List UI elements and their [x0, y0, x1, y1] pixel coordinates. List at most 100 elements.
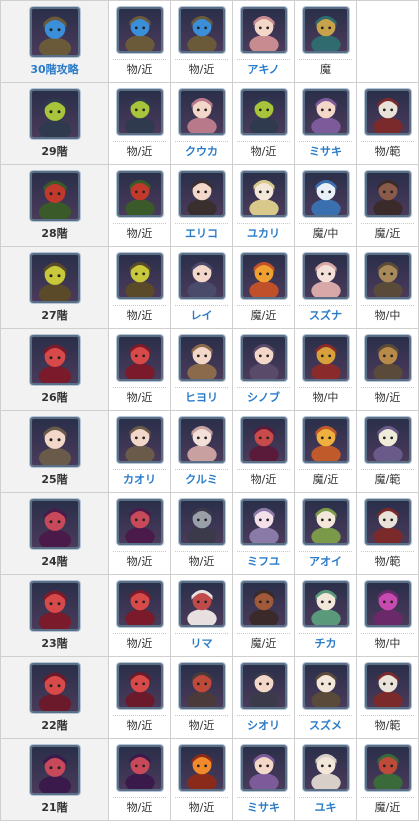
- unit-cell: 物/近: [108, 492, 171, 575]
- unit-type-label: 物/範: [361, 141, 414, 160]
- tree-monster-icon: [116, 253, 163, 299]
- girl-brown-hair-icon[interactable]: [116, 417, 163, 463]
- character-link[interactable]: アオイ: [299, 551, 352, 570]
- unit-cell: 物/範: [356, 656, 419, 739]
- character-link[interactable]: シノブ: [237, 387, 290, 406]
- crate-golem-icon: [364, 335, 411, 381]
- floor-cell: 30階攻略: [0, 0, 109, 83]
- unit-type-label: 物/近: [113, 551, 166, 570]
- red-dragon-icon: [116, 581, 163, 627]
- character-link[interactable]: ユカリ: [237, 223, 290, 242]
- character-link[interactable]: カオリ: [113, 469, 166, 488]
- unit-cell: 物/近: [108, 738, 171, 821]
- girl-brown-hair-icon[interactable]: [178, 335, 225, 381]
- unit-cell: 物/近: [108, 328, 171, 411]
- unit-cell: シノブ: [232, 328, 295, 411]
- unit-cell: 物/近: [170, 656, 233, 739]
- unit-type-label: 物/近: [113, 305, 166, 324]
- floor-label: 27階: [41, 309, 68, 322]
- girl-pink-hair-icon[interactable]: [240, 7, 287, 53]
- character-link[interactable]: シオリ: [237, 715, 290, 734]
- girl-purple-hair-icon[interactable]: [240, 335, 287, 381]
- unit-cell: 物/近: [108, 656, 171, 739]
- unit-type-label: 魔/近: [237, 305, 290, 324]
- tower-strategy-table: 30階攻略 物/近 物/近 アキノ魔 29階 物/近 クウカ 物/近 ミサキ 物/範 28階 物/近エ…: [0, 0, 419, 821]
- unit-type-label: 魔/近: [299, 469, 352, 488]
- unit-type-label: 物/近: [113, 715, 166, 734]
- red-dragon-icon: [29, 663, 80, 713]
- girl-blonde-hair-icon[interactable]: [240, 171, 287, 217]
- purple-demon-icon: [364, 581, 411, 627]
- girl-purple-hair-icon[interactable]: [240, 499, 287, 545]
- red-dragon-icon: [116, 335, 163, 381]
- dark-beast-icon: [364, 171, 411, 217]
- unit-cell: シオリ: [232, 656, 295, 739]
- floor-cell: 27階: [0, 246, 109, 329]
- girl-pink-hair-icon[interactable]: [178, 417, 225, 463]
- unit-type-label: 魔/近: [361, 797, 414, 816]
- unit-type-label: 物/中: [361, 305, 414, 324]
- unit-cell: ユカリ: [232, 164, 295, 247]
- red-dragon-icon: [116, 499, 163, 545]
- red-dragon-icon: [29, 335, 80, 385]
- floor-cell: 29階: [0, 82, 109, 165]
- beast-red-white-icon: [364, 663, 411, 709]
- floor-guide-link[interactable]: 30階攻略: [5, 60, 104, 78]
- girl-white-hair-icon[interactable]: [178, 581, 225, 627]
- character-link[interactable]: エリコ: [175, 223, 228, 242]
- unit-type-label: 魔/近: [361, 223, 414, 242]
- character-link[interactable]: ミフユ: [237, 551, 290, 570]
- unit-type-label: 物/近: [175, 551, 228, 570]
- girl-green-hat-icon[interactable]: [302, 499, 349, 545]
- unit-cell: 物/範: [356, 492, 419, 575]
- character-link[interactable]: ユキ: [299, 797, 352, 816]
- floor-label: 25階: [41, 473, 68, 486]
- character-link[interactable]: クウカ: [175, 141, 228, 160]
- girl-pink-hair-icon[interactable]: [302, 253, 349, 299]
- unit-type-label: 物/近: [237, 469, 290, 488]
- unit-cell: ミサキ: [232, 738, 295, 821]
- girl-dark-hair-icon[interactable]: [178, 253, 225, 299]
- character-link[interactable]: ミサキ: [299, 141, 352, 160]
- girl-dark-hair-icon[interactable]: [178, 171, 225, 217]
- girl-dark-hair-icon[interactable]: [240, 663, 287, 709]
- girl-pink-hair-icon[interactable]: [178, 89, 225, 135]
- character-link[interactable]: クルミ: [175, 469, 228, 488]
- girl-green-hair-icon[interactable]: [302, 581, 349, 627]
- girl-white-hair-icon[interactable]: [302, 745, 349, 791]
- floor-row: 27階 物/近 レイ 魔/近 スズナ 物/中: [0, 246, 419, 329]
- character-link[interactable]: ヒヨリ: [175, 387, 228, 406]
- floor-cell: 28階: [0, 164, 109, 247]
- unit-cell: ヒヨリ: [170, 328, 233, 411]
- character-link[interactable]: スズナ: [299, 305, 352, 324]
- golem-mech-icon[interactable]: [29, 7, 80, 57]
- tiki-totem-icon: [302, 7, 349, 53]
- unit-cell: 魔/近: [294, 410, 357, 493]
- unit-cell: 物/中: [294, 328, 357, 411]
- unit-cell: クウカ: [170, 82, 233, 165]
- unit-type-label: 物/近: [113, 141, 166, 160]
- unit-cell: 物/範: [356, 82, 419, 165]
- unit-cell: アキノ: [232, 0, 295, 83]
- mantis-plant-icon: [29, 89, 80, 139]
- character-link[interactable]: チカ: [299, 633, 352, 652]
- ice-bird-icon: [302, 171, 349, 217]
- character-link[interactable]: スズメ: [299, 715, 352, 734]
- girl-purple-hair-icon[interactable]: [240, 745, 287, 791]
- unit-cell: 物/近: [356, 328, 419, 411]
- wolf-beast-icon: [178, 499, 225, 545]
- girl-maid-icon[interactable]: [302, 663, 349, 709]
- character-link[interactable]: レイ: [175, 305, 228, 324]
- mantis-plant-icon: [240, 89, 287, 135]
- unit-cell: エリコ: [170, 164, 233, 247]
- fire-dragon-icon: [178, 745, 225, 791]
- floor-row: 21階 物/近 物/近 ミサキ ユキ 魔/近: [0, 738, 419, 821]
- unit-type-label: 物/近: [175, 715, 228, 734]
- character-link[interactable]: アキノ: [237, 59, 290, 78]
- character-link[interactable]: リマ: [175, 633, 228, 652]
- unit-cell: スズナ: [294, 246, 357, 329]
- girl-purple-hair-icon[interactable]: [302, 89, 349, 135]
- unit-cell: 物/近: [232, 410, 295, 493]
- unit-type-label: 魔: [299, 59, 352, 78]
- character-link[interactable]: ミサキ: [237, 797, 290, 816]
